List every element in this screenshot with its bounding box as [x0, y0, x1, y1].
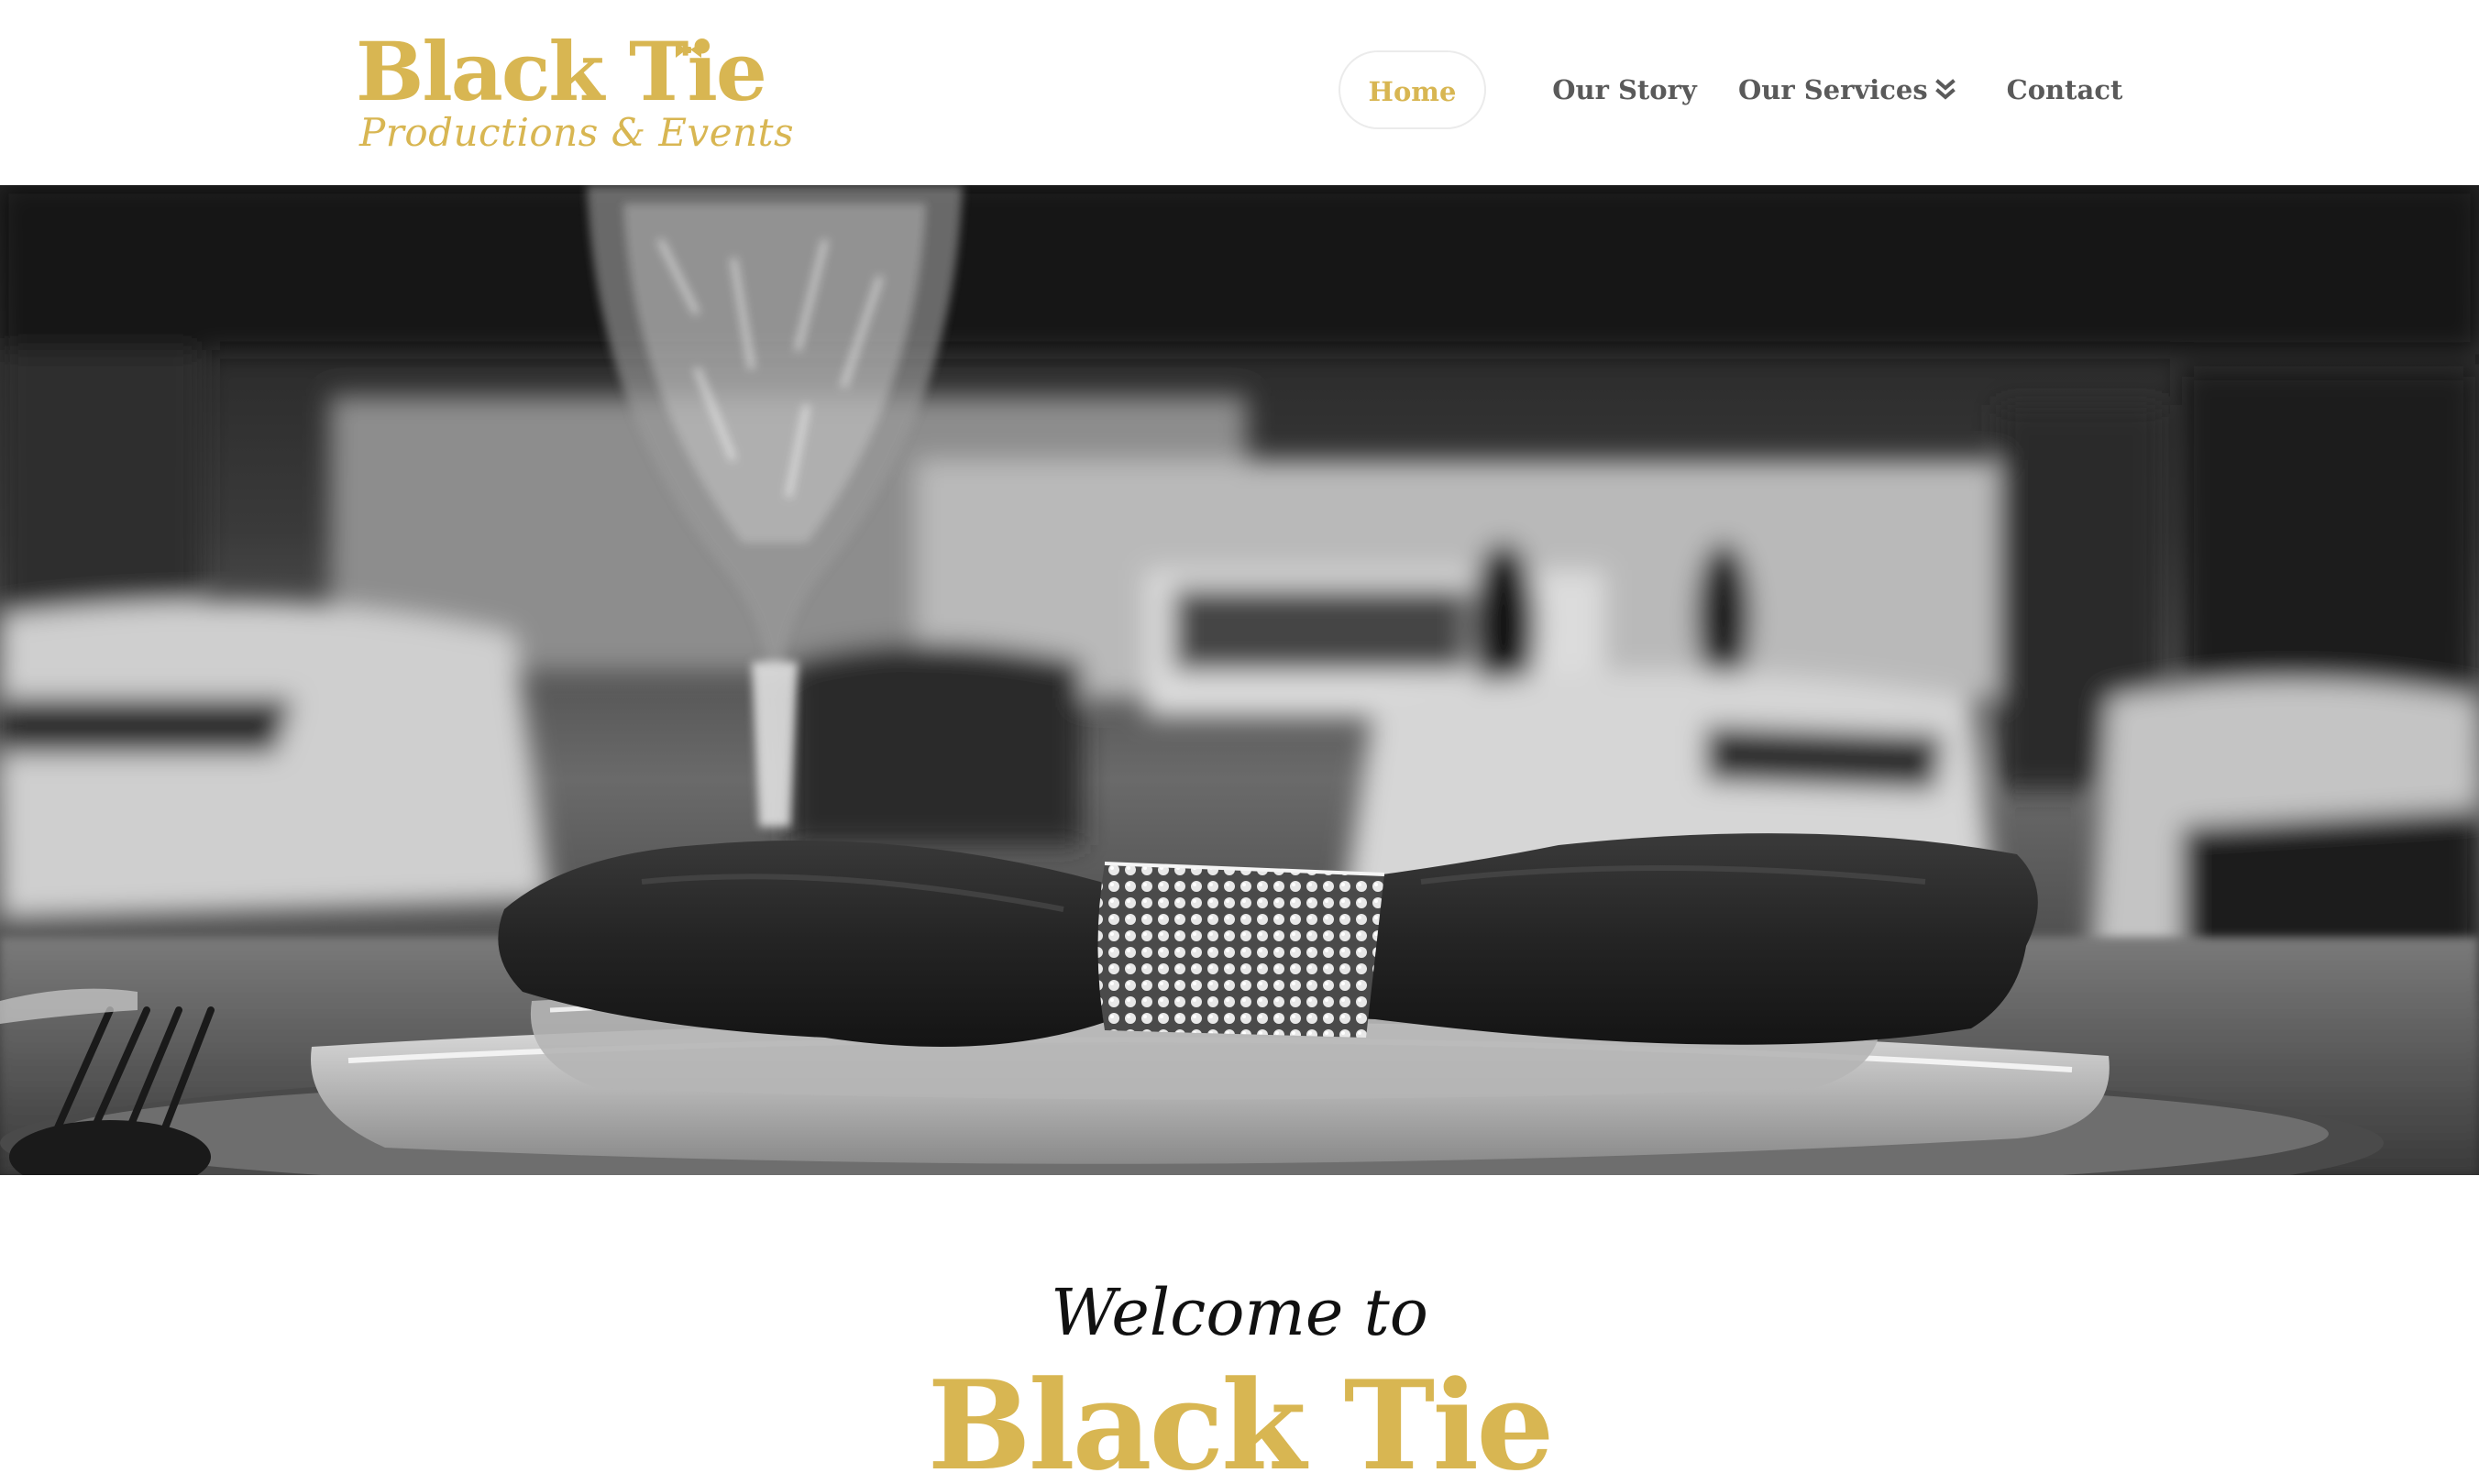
- welcome-brand-title: Black Tie: [927, 1353, 1555, 1484]
- hero-banner: [0, 185, 2479, 1175]
- logo-tagline: Productions & Events: [359, 110, 795, 155]
- nav-item-our-services-label: Our Services: [1738, 74, 1928, 105]
- nav-item-home[interactable]: Home: [1339, 50, 1486, 129]
- hero-image: [0, 185, 2479, 1175]
- welcome-greeting: Welcome to: [1051, 1275, 1428, 1350]
- nav-item-our-story[interactable]: Our Story: [1533, 50, 1716, 129]
- logo-link[interactable]: Black Tie Productions & Events: [356, 26, 794, 159]
- nav-item-contact[interactable]: Contact: [2000, 50, 2129, 129]
- bowtie-icon: [676, 43, 701, 58]
- double-chevron-down-icon: [1934, 79, 1956, 100]
- logo-title: Black Tie: [356, 24, 767, 119]
- page: Black Tie Productions & Events Home Our …: [0, 0, 2479, 1484]
- site-header: Black Tie Productions & Events Home Our …: [0, 0, 2479, 185]
- welcome-section: Welcome to Black Tie: [0, 1175, 2479, 1484]
- nav-item-our-services[interactable]: Our Services: [1738, 50, 1956, 129]
